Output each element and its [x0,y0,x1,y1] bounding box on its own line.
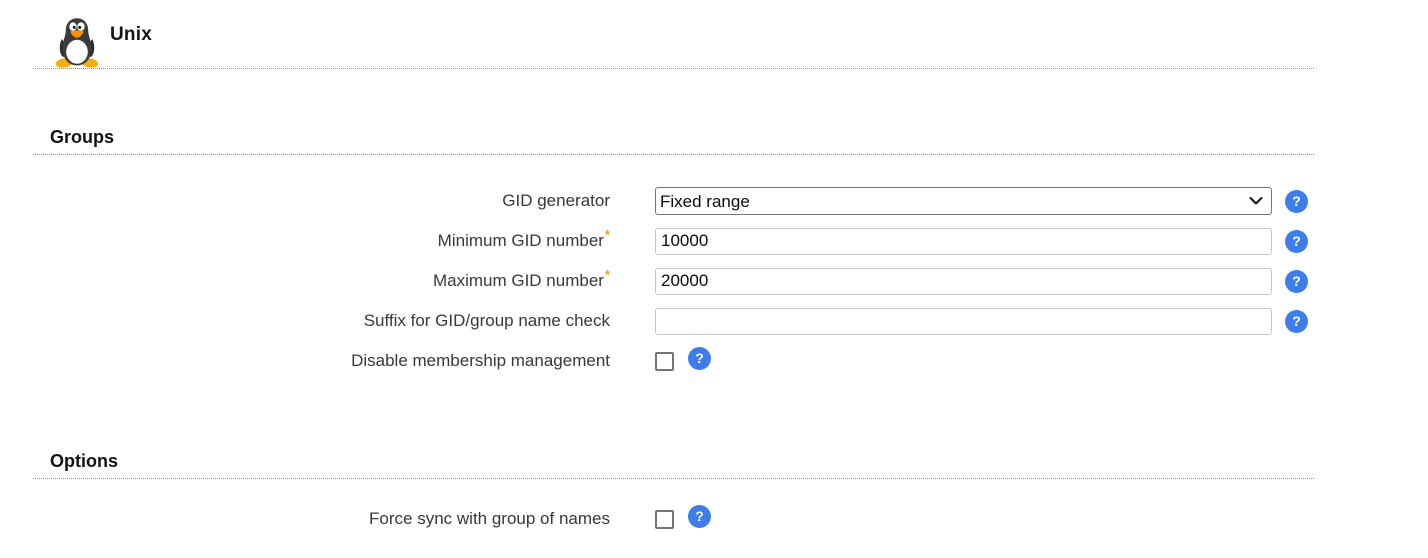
gid-generator-label: GID generator [33,191,655,211]
minimum-gid-field [655,228,1272,255]
help-icon[interactable]: ? [688,347,711,370]
row-minimum-gid: Minimum GID number* ? [33,221,1314,261]
row-gid-generator: GID generator Fixed range ? [33,181,1314,221]
disable-membership-label: Disable membership management [33,351,655,371]
row-disable-membership: Disable membership management ? [33,341,1314,381]
gid-generator-help-cell: ? [1285,190,1308,213]
unix-settings-page: Unix Groups GID generator Fixed range [33,0,1314,539]
suffix-check-label: Suffix for GID/group name check [33,311,655,331]
maximum-gid-field [655,268,1272,295]
help-icon[interactable]: ? [1285,310,1308,333]
section-options: Options Force sync with group of names ? [33,451,1314,539]
disable-membership-field: ? [655,352,1272,371]
minimum-gid-label: Minimum GID number* [33,231,655,251]
row-force-sync: Force sync with group of names ? [33,499,1314,539]
section-title-options: Options [33,451,1314,479]
field-label-text: GID generator [502,191,610,210]
section-title-groups: Groups [33,127,1314,155]
gid-generator-field: Fixed range [655,187,1272,215]
help-icon[interactable]: ? [688,505,711,528]
section-groups: Groups GID generator Fixed range [33,127,1314,381]
field-label-text: Suffix for GID/group name check [364,311,610,330]
groups-rows: GID generator Fixed range ? [33,155,1314,381]
field-label-text: Minimum GID number [438,231,604,250]
help-icon[interactable]: ? [1285,190,1308,213]
tux-penguin-icon [53,15,101,71]
row-suffix-check: Suffix for GID/group name check ? [33,301,1314,341]
field-label-text: Maximum GID number [433,271,604,290]
suffix-check-help-cell: ? [1285,310,1308,333]
disable-membership-checkbox[interactable] [655,352,674,371]
force-sync-field: ? [655,510,1272,529]
disable-membership-help-cell: ? [688,347,711,370]
required-marker: * [605,227,610,242]
options-rows: Force sync with group of names ? [33,479,1314,539]
gid-generator-select[interactable]: Fixed range [655,187,1272,215]
maximum-gid-help-cell: ? [1285,270,1308,293]
page-title: Unix [110,24,152,46]
force-sync-checkbox[interactable] [655,510,674,529]
force-sync-help-cell: ? [688,505,711,528]
suffix-gid-check-input[interactable] [655,308,1272,335]
maximum-gid-label: Maximum GID number* [33,271,655,291]
module-header: Unix [33,0,1314,69]
minimum-gid-help-cell: ? [1285,230,1308,253]
required-marker: * [605,267,610,282]
force-sync-label: Force sync with group of names [33,509,655,529]
suffix-check-field [655,308,1272,335]
field-label-text: Force sync with group of names [369,509,610,528]
help-icon[interactable]: ? [1285,270,1308,293]
minimum-gid-input[interactable] [655,228,1272,255]
row-maximum-gid: Maximum GID number* ? [33,261,1314,301]
help-icon[interactable]: ? [1285,230,1308,253]
gid-generator-select-wrap: Fixed range [655,187,1272,215]
maximum-gid-input[interactable] [655,268,1272,295]
field-label-text: Disable membership management [351,351,610,370]
